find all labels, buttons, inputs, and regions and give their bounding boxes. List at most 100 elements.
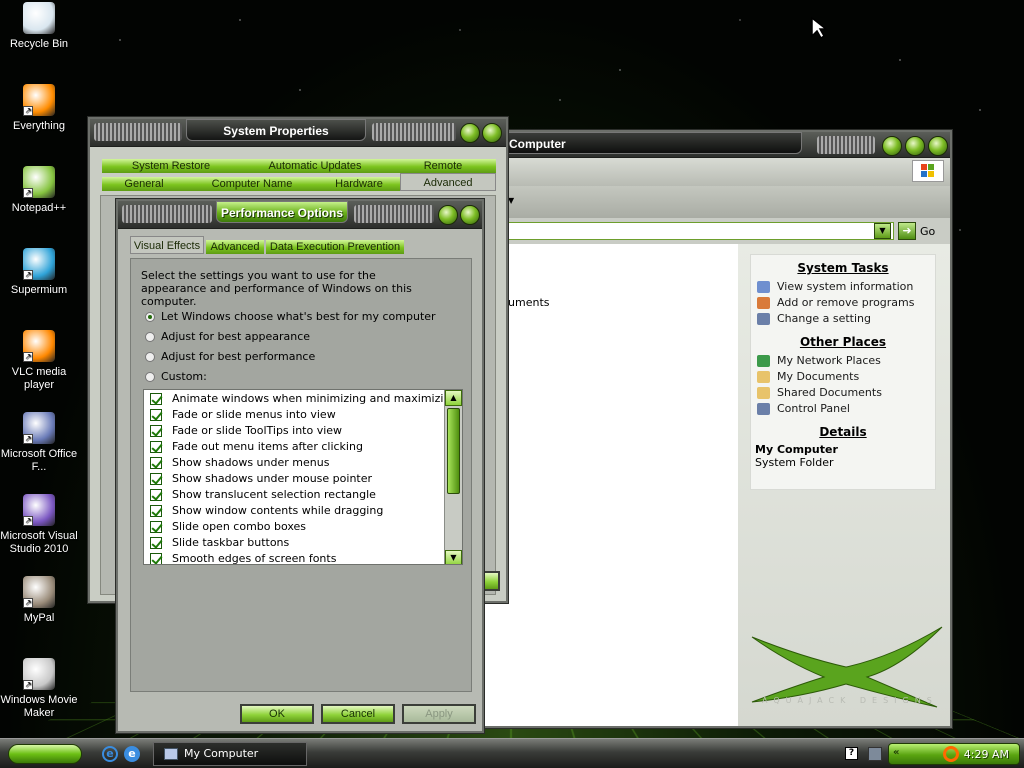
dropdown-chevron-icon[interactable]: ▼: [508, 196, 514, 205]
radio-option[interactable]: Adjust for best performance: [145, 349, 436, 369]
details-heading[interactable]: Details: [751, 425, 935, 439]
start-button[interactable]: [8, 744, 82, 764]
effect-checkbox-row[interactable]: Fade or slide ToolTips into view: [150, 424, 457, 440]
desktop-icon[interactable]: ↗ VLC media player: [0, 330, 78, 392]
tab[interactable]: Automatic Updates: [240, 159, 390, 173]
explorer-content-text: cuments: [502, 296, 550, 309]
network-tray-icon[interactable]: [868, 747, 882, 761]
effects-scrollbar[interactable]: ▲ ▼: [444, 390, 462, 565]
task-link[interactable]: My Network Places: [751, 353, 935, 369]
checkbox[interactable]: [150, 553, 162, 565]
effect-checkbox-row[interactable]: Show translucent selection rectangle: [150, 488, 457, 504]
effect-checkbox-row[interactable]: Smooth edges of screen fonts: [150, 552, 457, 565]
desktop-icon[interactable]: ↗ Microsoft Office F...: [0, 412, 78, 474]
task-link[interactable]: Control Panel: [751, 401, 935, 417]
desktop-icon[interactable]: ↗ Microsoft Visual Studio 2010: [0, 494, 78, 556]
radio-button[interactable]: [145, 332, 155, 342]
radio-option[interactable]: Let Windows choose what's best for my co…: [145, 309, 436, 329]
shortcut-arrow-icon: ↗: [23, 106, 33, 116]
task-link[interactable]: View system information: [751, 279, 935, 295]
checkbox[interactable]: [150, 473, 162, 485]
ie-alt-quicklaunch-icon[interactable]: e: [124, 746, 140, 762]
sysprop-partial-button[interactable]: [482, 571, 500, 591]
tab[interactable]: Advanced: [206, 240, 264, 254]
checkbox[interactable]: [150, 489, 162, 501]
sysprop-help-button[interactable]: [460, 123, 480, 143]
desktop-icon[interactable]: ↗ Supermium: [0, 248, 78, 297]
search-tray-icon[interactable]: [943, 746, 959, 762]
effect-checkbox-row[interactable]: Show shadows under menus: [150, 456, 457, 472]
system-tasks-heading[interactable]: System Tasks: [751, 261, 935, 275]
radio-button[interactable]: [145, 312, 155, 322]
shortcut-arrow-icon: ↗: [23, 516, 33, 526]
effect-checkbox-row[interactable]: Animate windows when minimizing and maxi…: [150, 392, 457, 408]
tab[interactable]: Remote: [390, 159, 496, 173]
desktop-icon-label: VLC media player: [0, 366, 78, 392]
go-button[interactable]: Go: [920, 225, 935, 238]
shortcut-arrow-icon: ↗: [23, 188, 33, 198]
effects-list[interactable]: Animate windows when minimizing and maxi…: [143, 389, 463, 565]
explorer-titlebar[interactable]: Computer: [442, 132, 950, 158]
radio-button[interactable]: [145, 352, 155, 362]
other-places-heading[interactable]: Other Places: [751, 335, 935, 349]
scroll-down-button[interactable]: ▼: [445, 550, 462, 565]
effect-checkbox-row[interactable]: Fade or slide menus into view: [150, 408, 457, 424]
desktop-icon[interactable]: ↗ Windows Movie Maker: [0, 658, 78, 720]
system-properties-titlebar[interactable]: System Properties: [90, 119, 506, 147]
effect-checkbox-row[interactable]: Show shadows under mouse pointer: [150, 472, 457, 488]
tab[interactable]: Advanced: [400, 173, 496, 191]
checkbox[interactable]: [150, 409, 162, 421]
tab[interactable]: Computer Name: [186, 177, 318, 191]
radio-option[interactable]: Adjust for best appearance: [145, 329, 436, 349]
address-input[interactable]: [442, 222, 894, 240]
performance-options-titlebar[interactable]: Performance Options: [118, 201, 482, 229]
desktop-icon-label: Notepad++: [0, 202, 78, 215]
close-button[interactable]: [928, 136, 948, 156]
checkbox[interactable]: [150, 457, 162, 469]
go-arrow-icon[interactable]: ➜: [898, 222, 916, 240]
effect-label: Animate windows when minimizing and maxi…: [172, 392, 457, 405]
checkbox[interactable]: [150, 425, 162, 437]
desktop-icon[interactable]: ↗ MyPal: [0, 576, 78, 625]
radio-option[interactable]: Custom:: [145, 369, 436, 389]
taskbar-my-computer-button[interactable]: My Computer: [153, 742, 307, 766]
checkbox[interactable]: [150, 505, 162, 517]
tab[interactable]: Visual Effects: [130, 236, 204, 254]
address-dropdown-button[interactable]: ▼: [874, 223, 891, 239]
tab[interactable]: General: [102, 177, 186, 191]
minimize-button[interactable]: [882, 136, 902, 156]
scroll-up-button[interactable]: ▲: [445, 390, 462, 406]
radio-label: Adjust for best performance: [161, 350, 315, 363]
scroll-thumb[interactable]: [447, 408, 460, 494]
tab[interactable]: System Restore: [102, 159, 240, 173]
desktop-icon[interactable]: ↗ Notepad++: [0, 166, 78, 215]
perf-close-button[interactable]: [460, 205, 480, 225]
ie-quicklaunch-icon[interactable]: e: [102, 746, 118, 762]
effect-checkbox-row[interactable]: Slide open combo boxes: [150, 520, 457, 536]
tray-chevron-icon[interactable]: «: [893, 747, 899, 758]
cancel-button[interactable]: Cancel: [321, 704, 395, 724]
apply-button[interactable]: Apply: [402, 704, 476, 724]
task-link[interactable]: Shared Documents: [751, 385, 935, 401]
help-tray-icon[interactable]: ?: [845, 747, 858, 760]
maximize-button[interactable]: [905, 136, 925, 156]
ok-button[interactable]: OK: [240, 704, 314, 724]
checkbox[interactable]: [150, 441, 162, 453]
sysprop-close-button[interactable]: [482, 123, 502, 143]
checkbox[interactable]: [150, 521, 162, 533]
task-link[interactable]: My Documents: [751, 369, 935, 385]
tab[interactable]: Hardware: [318, 177, 400, 191]
desktop-icon[interactable]: ↗ Everything: [0, 84, 78, 133]
desktop-icon[interactable]: Recycle Bin: [0, 2, 78, 51]
radio-button[interactable]: [145, 372, 155, 382]
effect-checkbox-row[interactable]: Slide taskbar buttons: [150, 536, 457, 552]
tab[interactable]: Data Execution Prevention: [266, 240, 404, 254]
checkbox[interactable]: [150, 537, 162, 549]
task-link[interactable]: Change a setting: [751, 311, 935, 327]
checkbox[interactable]: [150, 393, 162, 405]
notepad-plus-plus-icon: ↗: [23, 166, 55, 198]
effect-checkbox-row[interactable]: Show window contents while dragging: [150, 504, 457, 520]
perf-help-button[interactable]: [438, 205, 458, 225]
effect-checkbox-row[interactable]: Fade out menu items after clicking: [150, 440, 457, 456]
task-link[interactable]: Add or remove programs: [751, 295, 935, 311]
